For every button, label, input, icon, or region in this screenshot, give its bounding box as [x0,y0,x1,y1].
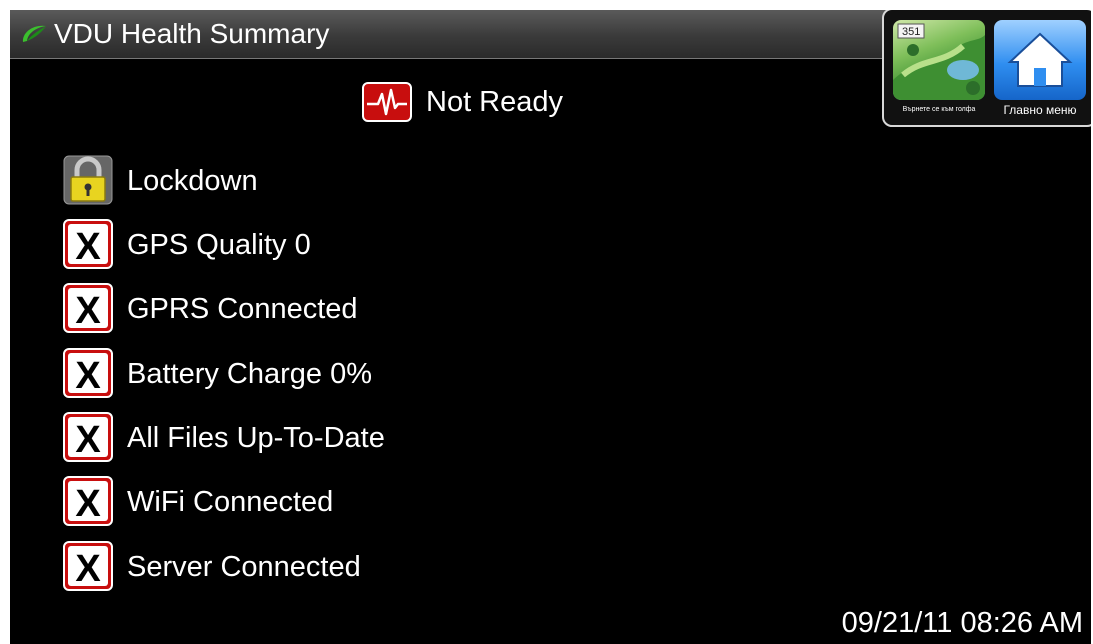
check-label: All Files Up-To-Date [127,422,385,454]
check-item-gprs-connected: X GPRS Connected [62,282,562,334]
nav-panel: 351 Върнете се към голфа Главно меню [882,10,1091,127]
golf-badge: 351 [902,26,920,38]
check-label: GPS Quality 0 [127,229,311,261]
svg-text:X: X [75,355,101,397]
svg-text:X: X [75,290,101,332]
x-icon: X [63,283,113,333]
svg-text:X: X [75,548,101,590]
check-item-files-up-to-date: X All Files Up-To-Date [62,411,562,463]
lock-icon [63,155,113,205]
x-icon: X [63,348,113,398]
main-menu-button[interactable]: Главно меню [991,18,1089,117]
x-icon: X [63,412,113,462]
check-item-battery-charge: X Battery Charge 0% [62,347,562,399]
svg-text:X: X [75,226,101,268]
check-label: Server Connected [127,551,361,583]
check-label: Battery Charge 0% [127,358,373,390]
check-item-lockdown: Lockdown [62,154,562,206]
check-item-wifi-connected: X WiFi Connected [62,475,562,527]
svg-text:X: X [75,483,101,525]
heartbeat-icon [362,82,412,122]
check-label: WiFi Connected [127,486,334,518]
status-text: Not Ready [426,86,564,118]
x-icon: X [63,541,113,591]
return-to-golf-button[interactable]: 351 Върнете се към голфа [890,18,988,116]
golf-course-thumbnail-icon: 351 [893,20,985,100]
return-to-golf-label: Върнете се към голфа [902,106,976,113]
x-icon: X [63,476,113,526]
check-item-server-connected: X Server Connected [62,540,562,592]
check-label: GPRS Connected [127,293,358,325]
main-menu-label: Главно меню [1003,103,1077,117]
x-icon: X [63,219,113,269]
svg-text:X: X [75,419,101,461]
check-label: Lockdown [127,165,258,197]
check-item-gps-quality: X GPS Quality 0 [62,218,562,270]
swoosh-logo-icon [22,25,46,42]
home-icon [994,20,1086,100]
window-title: VDU Health Summary [54,18,330,49]
health-summary-screen: VDU Health Summary 351 Върнете се към го… [10,10,1091,644]
timestamp: 09/21/11 08:26 AM [841,607,1083,639]
